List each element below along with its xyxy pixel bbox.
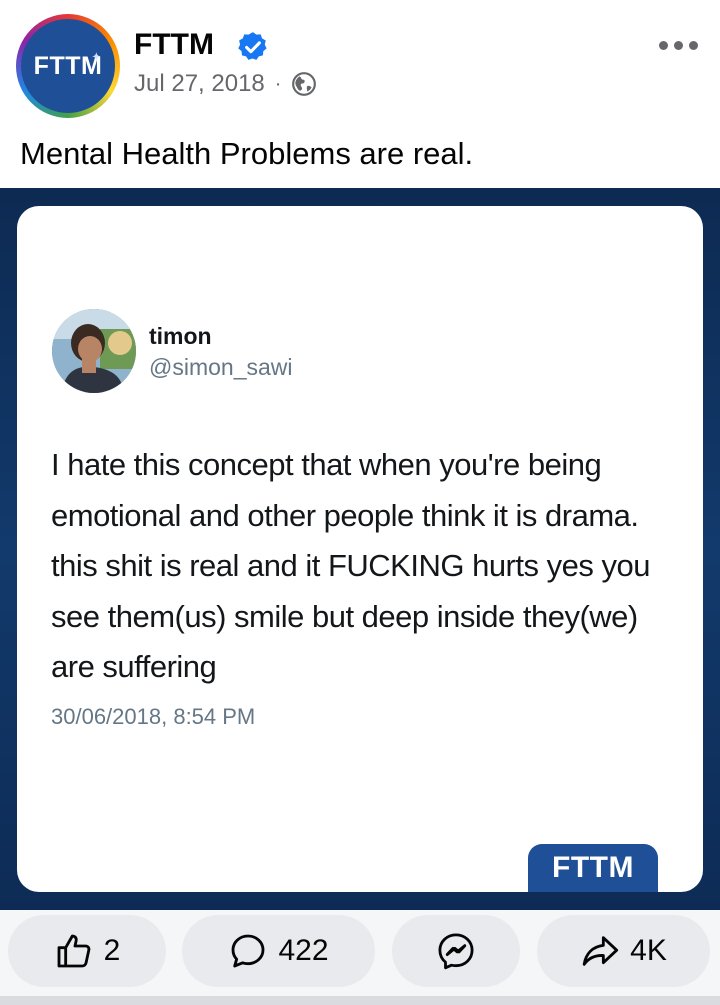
post-meta: Jul 27, 2018 · [134, 70, 317, 98]
messenger-button[interactable] [392, 915, 520, 987]
page-avatar-logo: FTTM ✦ [21, 19, 115, 113]
globe-icon [292, 72, 317, 96]
tweet-author-avatar [52, 309, 136, 393]
avatar-photo [52, 309, 136, 393]
divider [0, 996, 720, 1005]
share-count: 4K [630, 934, 667, 967]
page-name[interactable]: FTTM [134, 28, 214, 62]
tweet-timestamp: 30/06/2018, 8:54 PM [51, 704, 256, 729]
post-header: FTTM ✦ FTTM Jul 27, 2018 · [0, 0, 720, 130]
post-date[interactable]: Jul 27, 2018 [134, 70, 265, 98]
tweet-card: timon @simon_sawi I hate this concept th… [17, 206, 703, 892]
tweet-author-handle: @simon_sawi [149, 354, 293, 380]
post-caption: Mental Health Problems are real. [20, 136, 474, 171]
watermark-text: FTTM [552, 851, 634, 884]
share-button[interactable]: 4K [537, 915, 710, 987]
fttm-watermark: FTTM [528, 844, 658, 892]
more-options-icon[interactable] [656, 30, 700, 60]
like-count: 2 [103, 934, 121, 967]
messenger-icon [438, 933, 474, 970]
like-button[interactable]: 2 [8, 915, 166, 987]
post-action-bar: 2 422 4K [0, 910, 720, 1005]
post-image[interactable]: timon @simon_sawi I hate this concept th… [0, 188, 720, 910]
meta-separator: · [274, 72, 282, 95]
tweet-author-name: timon [149, 323, 212, 349]
verified-badge-icon [238, 32, 267, 60]
tweet-text: I hate this concept that when you're bei… [51, 447, 650, 684]
share-arrow-icon [582, 936, 619, 966]
thumbs-up-icon [57, 934, 90, 968]
sparkle-icon: ✦ [92, 52, 101, 63]
page-avatar[interactable]: FTTM ✦ [16, 14, 120, 118]
comment-button[interactable]: 422 [182, 915, 375, 987]
comment-bubble-icon [232, 934, 265, 968]
comment-count: 422 [278, 934, 329, 967]
